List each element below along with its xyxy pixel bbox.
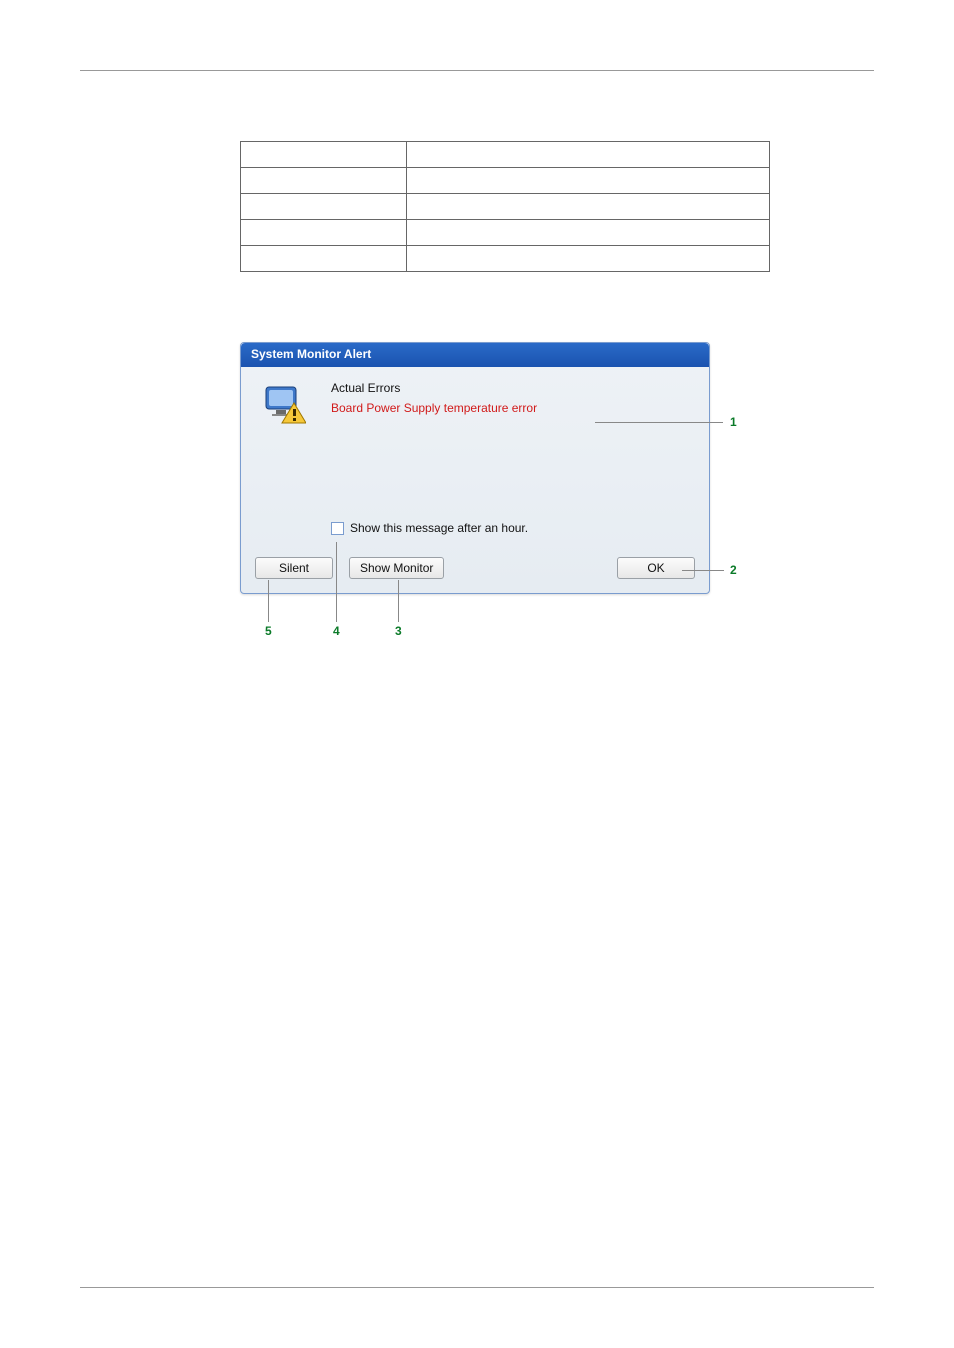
table-cell [241,194,407,220]
table-cell [407,168,770,194]
show-later-checkbox-label: Show this message after an hour. [350,521,528,535]
callout-leader [268,580,269,622]
dialog-title: System Monitor Alert [241,343,709,367]
table-row [241,246,770,272]
table-row [241,220,770,246]
callout-leader [398,580,399,622]
table-row [241,194,770,220]
callout-number-5: 5 [265,624,272,638]
callout-leader [336,542,337,622]
dialog-icon-column [255,377,315,425]
dialog-button-row: Silent Show Monitor OK [255,557,695,579]
parameters-table [240,141,770,272]
table-cell [407,194,770,220]
actual-errors-label: Actual Errors [331,381,695,395]
top-rule [80,70,874,71]
silent-button[interactable]: Silent [255,557,333,579]
system-monitor-alert-dialog: System Monitor Alert [240,342,710,594]
table-cell [241,168,407,194]
callout-number-3: 3 [395,624,402,638]
dialog-figure: System Monitor Alert [240,342,760,594]
callout-leader [682,570,724,571]
error-message: Board Power Supply temperature error [331,401,695,415]
table-row [241,168,770,194]
ok-button[interactable]: OK [617,557,695,579]
table-row [241,142,770,168]
dialog-text-column: Actual Errors Board Power Supply tempera… [331,377,695,415]
dialog-content-row: Actual Errors Board Power Supply tempera… [255,377,695,425]
monitor-alert-icon [264,383,306,425]
table-cell [407,246,770,272]
bottom-rule [80,1287,874,1288]
table-cell [407,142,770,168]
table-cell [407,220,770,246]
table-cell [241,142,407,168]
show-later-checkbox-row[interactable]: Show this message after an hour. [331,521,695,535]
table-cell [241,246,407,272]
dialog-body: Actual Errors Board Power Supply tempera… [241,367,709,593]
show-monitor-button[interactable]: Show Monitor [349,557,444,579]
callout-number-1: 1 [730,415,737,429]
callout-number-4: 4 [333,624,340,638]
table-cell [241,220,407,246]
dialog-spacer [255,425,695,521]
show-later-checkbox[interactable] [331,522,344,535]
callout-number-2: 2 [730,563,737,577]
callout-leader [595,422,723,423]
